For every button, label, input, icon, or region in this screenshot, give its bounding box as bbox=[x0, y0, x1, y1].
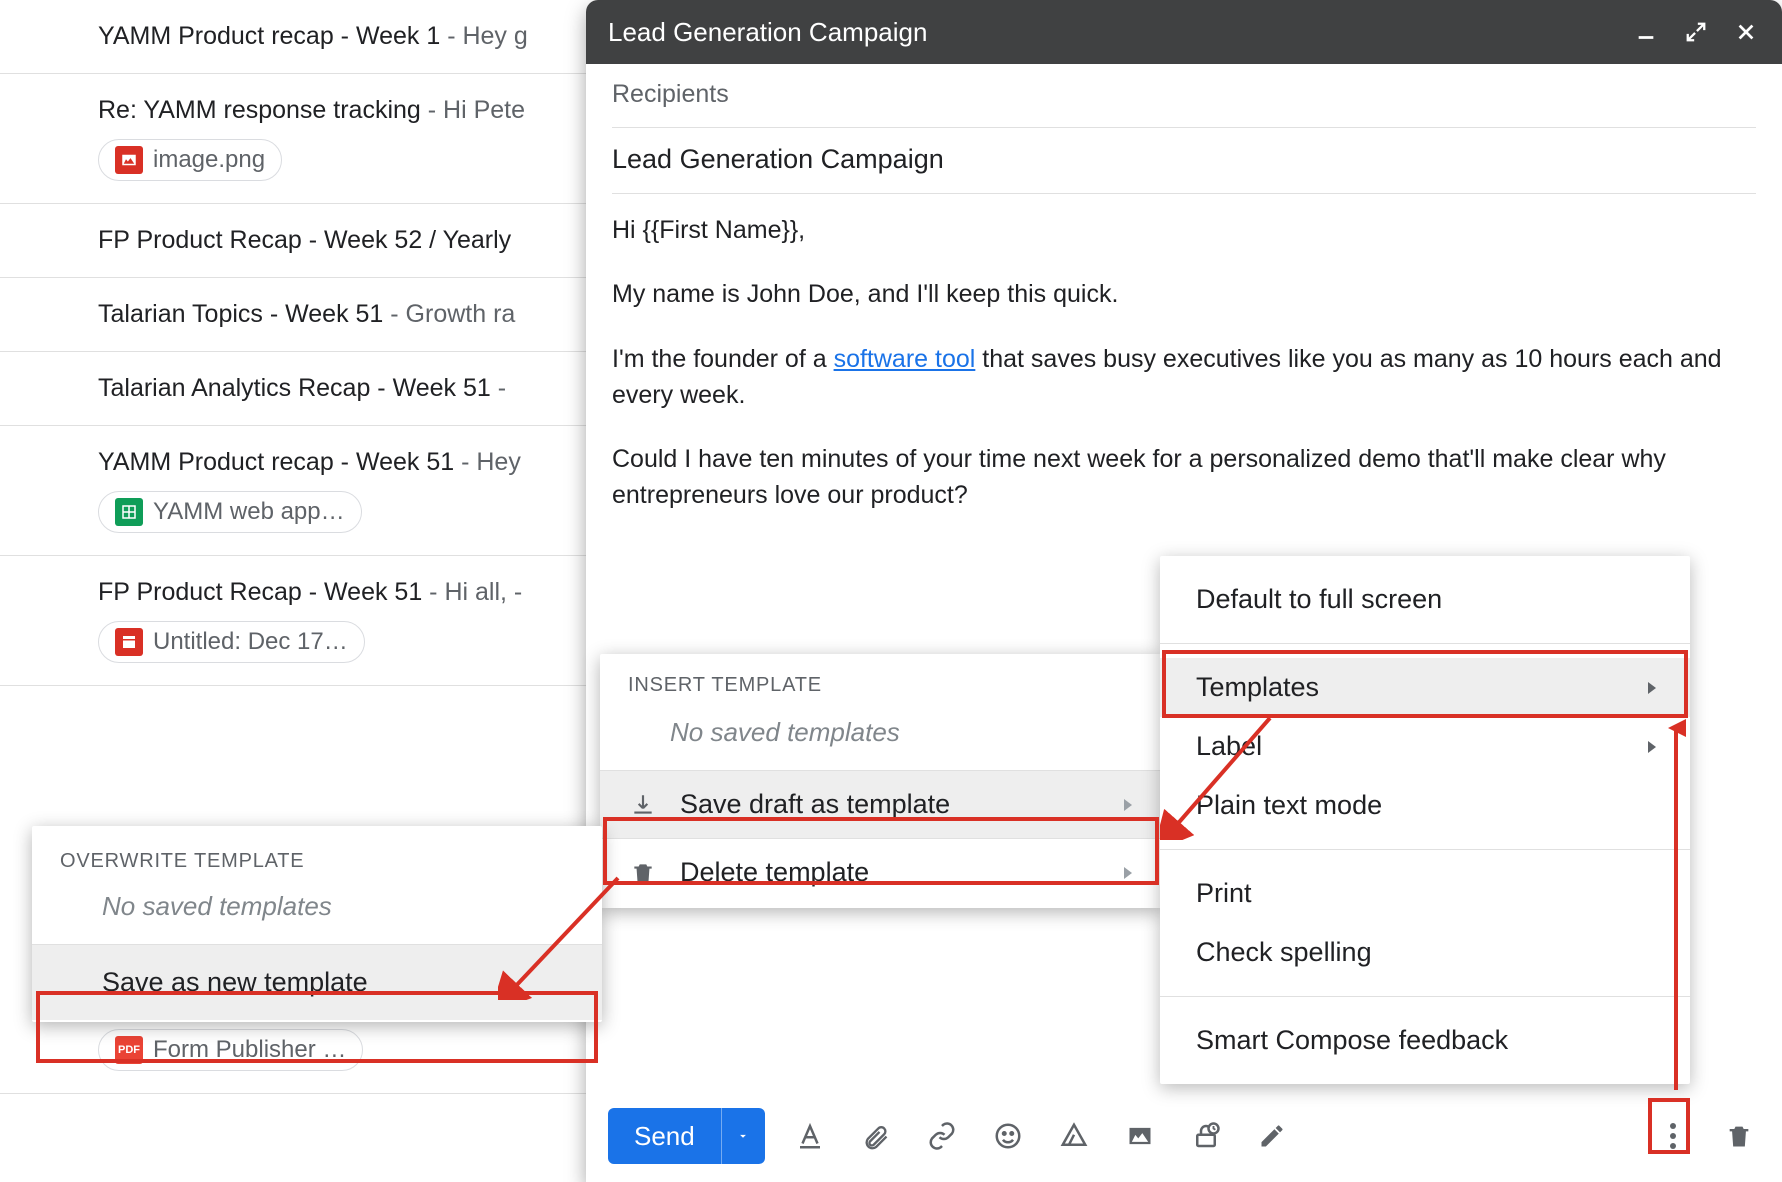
body-line1: My name is John Doe, and I'll keep this … bbox=[612, 276, 1756, 312]
email-row[interactable]: FP Product Recap - Week 52 / Yearly bbox=[0, 204, 600, 278]
save-template-submenu: OVERWRITE TEMPLATE No saved templates Sa… bbox=[32, 826, 602, 1022]
attachment-label: Form Publisher … bbox=[153, 1036, 346, 1064]
send-button[interactable]: Send bbox=[608, 1108, 765, 1164]
format-text-icon[interactable] bbox=[789, 1115, 831, 1157]
attachment-chip[interactable]: Untitled: Dec 17… bbox=[98, 621, 365, 663]
compose-header: Lead Generation Campaign bbox=[586, 0, 1782, 64]
email-snippet: - Growth ra bbox=[383, 300, 515, 328]
minimize-icon[interactable] bbox=[1632, 18, 1660, 46]
email-subject: YAMM Product recap - Week 1 bbox=[98, 22, 440, 50]
menu-item-templates[interactable]: Templates bbox=[1160, 658, 1690, 717]
email-subject: FP Product Recap - Week 52 / Yearly bbox=[98, 226, 511, 254]
menu-item-label[interactable]: Label bbox=[1160, 717, 1690, 776]
menu-item-save-as-new-template[interactable]: Save as new template bbox=[32, 944, 602, 1020]
sheets-icon bbox=[115, 498, 143, 526]
subject-field[interactable]: Lead Generation Campaign bbox=[612, 128, 1756, 194]
email-snippet: - Hey bbox=[454, 448, 521, 476]
email-row[interactable]: YAMM Product recap - Week 1 - Hey g bbox=[0, 0, 600, 74]
discard-draft-icon[interactable] bbox=[1718, 1115, 1760, 1157]
insert-signature-icon[interactable] bbox=[1251, 1115, 1293, 1157]
save-draft-label: Save draft as template bbox=[680, 789, 950, 820]
confidential-mode-icon[interactable] bbox=[1185, 1115, 1227, 1157]
attachment-label: Untitled: Dec 17… bbox=[153, 628, 348, 656]
menu-item-check-spelling[interactable]: Check spelling bbox=[1160, 923, 1690, 982]
menu-divider bbox=[1160, 643, 1690, 644]
drive-icon[interactable] bbox=[1053, 1115, 1095, 1157]
menu-item-smart-compose[interactable]: Smart Compose feedback bbox=[1160, 1011, 1690, 1070]
menu-item-default-full-screen[interactable]: Default to full screen bbox=[1160, 570, 1690, 629]
emoji-icon[interactable] bbox=[987, 1115, 1029, 1157]
email-row[interactable]: Talarian Analytics Recap - Week 51 - bbox=[0, 352, 600, 426]
menu-divider bbox=[1160, 849, 1690, 850]
email-subject: Re: YAMM response tracking bbox=[98, 96, 421, 124]
attachment-chip[interactable]: image.png bbox=[98, 139, 282, 181]
templates-no-saved: No saved templates bbox=[600, 707, 1162, 770]
menu-divider bbox=[1160, 996, 1690, 997]
delete-template-label: Delete template bbox=[680, 857, 869, 888]
recipients-field[interactable]: Recipients bbox=[612, 64, 1756, 128]
email-snippet: - Hi Pete bbox=[421, 96, 525, 124]
body-line2: I'm the founder of a software tool that … bbox=[612, 341, 1756, 414]
email-snippet: - bbox=[491, 374, 506, 402]
video-icon bbox=[115, 628, 143, 656]
pdf-icon: PDF bbox=[115, 1036, 143, 1064]
expand-icon[interactable] bbox=[1682, 18, 1710, 46]
templates-insert-header: INSERT TEMPLATE bbox=[600, 654, 1162, 707]
compose-body-text[interactable]: Hi {{First Name}}, My name is John Doe, … bbox=[612, 194, 1756, 514]
more-options-icon[interactable] bbox=[1652, 1115, 1694, 1157]
body-greeting: Hi {{First Name}}, bbox=[612, 212, 1756, 248]
email-row[interactable]: Re: YAMM response tracking - Hi Pete ima… bbox=[0, 74, 600, 204]
trash-icon bbox=[628, 860, 658, 886]
more-options-menu: Default to full screen Templates Label P… bbox=[1160, 556, 1690, 1084]
save-menu-no-saved: No saved templates bbox=[32, 885, 602, 944]
software-tool-link[interactable]: software tool bbox=[834, 345, 976, 373]
email-row[interactable]: FP Product Recap - Week 51 - Hi all, - U… bbox=[0, 556, 600, 686]
email-snippet: - Hey g bbox=[440, 22, 528, 50]
menu-item-print[interactable]: Print bbox=[1160, 864, 1690, 923]
image-icon bbox=[115, 146, 143, 174]
attachment-label: image.png bbox=[153, 146, 265, 174]
attachment-label: YAMM web app… bbox=[153, 498, 345, 526]
email-row[interactable]: YAMM Product recap - Week 51 - Hey YAMM … bbox=[0, 426, 600, 556]
email-subject: YAMM Product recap - Week 51 bbox=[98, 448, 454, 476]
email-subject: FP Product Recap - Week 51 bbox=[98, 578, 422, 606]
email-subject: Talarian Topics - Week 51 bbox=[98, 300, 383, 328]
menu-item-delete-template[interactable]: Delete template bbox=[600, 838, 1162, 906]
email-snippet: - Hi all, - bbox=[422, 578, 522, 606]
send-label[interactable]: Send bbox=[608, 1108, 721, 1164]
send-options-dropdown[interactable] bbox=[721, 1108, 765, 1164]
body-line3: Could I have ten minutes of your time ne… bbox=[612, 441, 1756, 514]
overwrite-template-header: OVERWRITE TEMPLATE bbox=[32, 826, 602, 885]
email-subject: Talarian Analytics Recap - Week 51 bbox=[98, 374, 491, 402]
compose-toolbar: Send bbox=[586, 1094, 1782, 1182]
menu-item-plain-text[interactable]: Plain text mode bbox=[1160, 776, 1690, 835]
templates-submenu: INSERT TEMPLATE No saved templates Save … bbox=[600, 654, 1162, 908]
attachment-chip[interactable]: YAMM web app… bbox=[98, 491, 362, 533]
insert-link-icon[interactable] bbox=[921, 1115, 963, 1157]
attach-file-icon[interactable] bbox=[855, 1115, 897, 1157]
email-row[interactable]: Talarian Topics - Week 51 - Growth ra bbox=[0, 278, 600, 352]
compose-title: Lead Generation Campaign bbox=[608, 17, 1610, 48]
attachment-chip[interactable]: PDF Form Publisher … bbox=[98, 1029, 363, 1071]
menu-item-save-draft-as-template[interactable]: Save draft as template bbox=[600, 770, 1162, 838]
close-icon[interactable] bbox=[1732, 18, 1760, 46]
download-icon bbox=[628, 792, 658, 818]
insert-photo-icon[interactable] bbox=[1119, 1115, 1161, 1157]
